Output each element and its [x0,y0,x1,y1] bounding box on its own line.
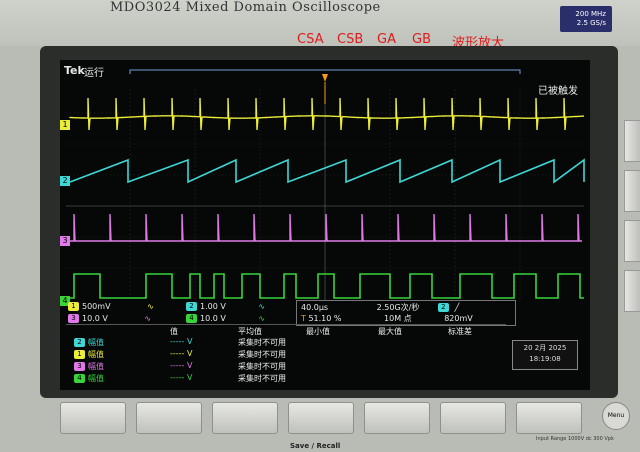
trigger-position: 51.10 % [308,314,342,323]
bottom-button-1[interactable] [60,402,126,434]
ch2-coupling-icon: ∿ [258,302,266,311]
ch2-trace [69,158,585,184]
bottom-button-7[interactable] [516,402,582,434]
waveform-display[interactable] [60,60,590,310]
bottom-button-2[interactable] [136,402,202,434]
row-measure-name: 幅值 [88,362,104,371]
row-mean: 采集时不可用 [238,362,286,371]
trigger-pos-icon: T [301,314,306,323]
bottom-button-3[interactable] [212,402,278,434]
ch4-scale: 10.0 V [200,314,226,323]
ch1-marker[interactable]: 1 [60,120,70,130]
trigger-slope-icon: ╱ [454,303,460,312]
bottom-button-6[interactable] [440,402,506,434]
row-measure-name: 幅值 [88,374,104,383]
measurement-row[interactable]: 4 幅值 ----- V 采集时不可用 [74,373,286,384]
ch2-marker[interactable]: 2 [60,176,70,186]
ch3-readout[interactable]: 3 10.0 V ∿ [68,314,151,323]
overlay-label-csb: CSB [337,32,364,47]
sample-rate: 2.50G次/秒 [376,303,420,312]
row-value: ----- V [170,349,193,358]
overlay-label-csa: CSA [297,32,324,47]
row-value: ----- V [170,361,193,370]
side-button-2[interactable] [624,170,640,212]
row-channel-chip: 4 [74,374,85,383]
side-button-3[interactable] [624,220,640,262]
row-channel-chip: 1 [74,350,85,359]
bandwidth-label: 200 MHz [575,10,606,18]
ch3-trace [70,213,582,242]
sample-rate-spec: 2.5 GS/s [576,19,606,27]
ch1-readout[interactable]: 1 500mV ∿ [68,302,154,311]
record-bracket [129,69,521,74]
menu-button[interactable]: Menu [602,402,630,430]
side-button-1[interactable] [624,120,640,162]
ch2-readout[interactable]: 2 1.00 V ∿ [186,302,265,311]
measurement-table: 值 平均值 最小值 最大值 标准差 2 幅值 ----- V 采集时不可用 1 幅值… [66,324,506,389]
overlay-label-gb: GB [412,32,431,47]
row-value: ----- V [170,373,193,382]
ch1-scale: 500mV [82,302,111,311]
row-value: ----- V [170,337,193,346]
datetime-box: 20 2月 2025 18:19:08 [512,340,578,370]
record-length: 10M 点 [384,314,412,323]
bottom-button-4[interactable] [288,402,354,434]
measurement-row[interactable]: 3 幅值 ----- V 采集时不可用 [74,361,286,372]
scope-screen[interactable]: Tek 运行 已被触发 1 2 3 4 1 500mV ∿ 2 1.00 V ∿ 3… [60,60,590,390]
ch2-chip: 2 [186,302,197,311]
ch1-chip: 1 [68,302,79,311]
save-recall-label: Save / Recall [290,442,341,450]
ch4-chip: 4 [186,314,197,323]
col-value: 值 [170,327,178,336]
trigger-position-marker [322,74,328,82]
col-mean: 平均值 [238,327,262,336]
row-channel-chip: 2 [74,338,85,347]
ch3-scale: 10.0 V [82,314,108,323]
row-measure-name: 幅值 [88,338,104,347]
ch4-trace [70,273,584,299]
horizontal-readout[interactable]: 40.0μs 2.50G次/秒 2 ╱ T 51.10 % 10M 点 820m… [296,300,516,326]
ch1-coupling-icon: ∿ [147,302,154,311]
spec-badge: 200 MHz 2.5 GS/s [560,6,612,32]
ch4-coupling-icon: ∿ [258,314,266,323]
trigger-level: 820mV [444,314,473,323]
col-min: 最小值 [306,327,330,336]
date-label: 20 2月 2025 [523,344,567,352]
input-range-note: Input Range 1000V dc 300 Vpk [536,436,614,442]
ch3-coupling-icon: ∿ [144,314,152,323]
measurement-row[interactable]: 2 幅值 ----- V 采集时不可用 [74,337,286,348]
row-channel-chip: 3 [74,362,85,371]
col-max: 最大值 [378,327,402,336]
soft-button-row [56,402,616,436]
timebase-value: 40.0μs [301,303,329,312]
row-mean: 采集时不可用 [238,350,286,359]
ch2-scale: 1.00 V [200,302,226,311]
row-mean: 采集时不可用 [238,374,286,383]
ch4-readout[interactable]: 4 10.0 V ∿ [186,314,265,323]
time-label: 18:19:08 [529,355,561,363]
side-button-4[interactable] [624,270,640,312]
trigger-source-chip: 2 [437,303,449,312]
row-mean: 采集时不可用 [238,338,286,347]
model-label: MDO3024 Mixed Domain Oscilloscope [110,0,381,15]
ch3-chip: 3 [68,314,79,323]
ch3-marker[interactable]: 3 [60,236,70,246]
bottom-button-5[interactable] [364,402,430,434]
ch1-trace [69,97,585,131]
overlay-label-ga: GA [377,32,396,47]
measurement-row[interactable]: 1 幅值 ----- V 采集时不可用 [74,349,286,360]
col-std: 标准差 [448,327,472,336]
row-measure-name: 幅值 [88,350,104,359]
